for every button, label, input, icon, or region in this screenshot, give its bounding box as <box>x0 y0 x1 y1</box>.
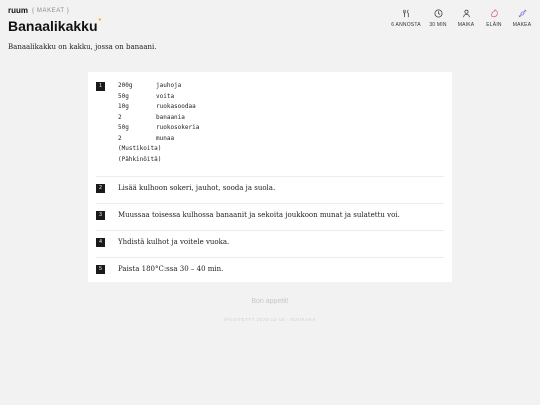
top-bar: ruum { MAKEAT } <box>8 6 69 15</box>
step-number: 1 <box>96 82 105 91</box>
breadcrumb[interactable]: { MAKEAT } <box>32 8 69 14</box>
title-text: Banaalikakku <box>8 18 98 34</box>
ingredient-name: voita <box>156 92 175 100</box>
footer-greeting: Bon appetit! <box>251 298 289 305</box>
step-text: Muussaa toisessa kulhossa banaanit ja se… <box>118 211 400 219</box>
meta-servings: 6 ANNOSTA <box>388 9 424 28</box>
ingredient-name: ruokosokeria <box>156 124 200 131</box>
ingredient-row: (Mustikoita) <box>118 145 199 156</box>
step-4: 4 Yhdistä kulhot ja voitele vuoka. <box>96 230 444 258</box>
ingredient-amount: 50g <box>118 124 129 131</box>
ingredient-row: 50g voita <box>118 93 199 104</box>
person-icon <box>462 9 470 18</box>
candy-icon <box>518 9 526 18</box>
recipe-meta: 6 ANNOSTA 30 MIN MAIKA ELÄIN MAKEA <box>388 9 536 28</box>
meta-author: MAIKA <box>452 9 480 28</box>
step-number: 2 <box>96 184 105 193</box>
ingredient-optional: (Mustikoita) <box>118 145 162 152</box>
ingredient-name: jauhoja <box>156 82 182 89</box>
meta-time: 30 MIN <box>424 9 452 28</box>
step-3: 3 Muussaa toisessa kulhossa banaanit ja … <box>96 203 444 231</box>
ingredient-row: (Pähkinöitä) <box>118 156 199 167</box>
ingredient-row: 2 banaania <box>118 114 199 125</box>
meta-taste: MAKEA <box>508 9 536 28</box>
recipe-card: 1 200g jauhoja 50g voita 10g ruokasoodaa 2 b… <box>88 72 452 282</box>
meta-label: ELÄIN <box>486 22 502 28</box>
step-1: 1 200g jauhoja 50g voita 10g ruokasoodaa 2 b… <box>96 82 444 177</box>
step-5: 5 Paista 180°C:ssa 30 – 40 min. <box>96 257 444 282</box>
footer-published: PÄIVITETTY 2020-12-16 · RUOKAAA <box>224 317 316 322</box>
ingredient-amount: 2 <box>118 134 122 142</box>
ingredient-row: 200g jauhoja <box>118 82 199 93</box>
ingredient-amount: 2 <box>118 113 122 121</box>
meta-label: MAIKA <box>457 22 475 28</box>
step-number: 4 <box>96 238 105 247</box>
meta-label: 30 MIN <box>429 22 447 28</box>
ingredient-amount: 10g <box>118 103 129 110</box>
ingredient-row: 2 munaa <box>118 135 199 146</box>
ingredient-amount: 200g <box>118 82 133 89</box>
recipe-description: Banaalikakku on kakku, jossa on banaani. <box>8 43 157 51</box>
step-number: 5 <box>96 265 105 274</box>
ingredient-optional: (Pähkinöitä) <box>118 155 162 163</box>
clock-icon <box>434 9 442 18</box>
meta-diet: ELÄIN <box>480 9 508 28</box>
page-title: Banaalikakku* <box>8 18 101 34</box>
ingredient-row: 10g ruokasoodaa <box>118 103 199 114</box>
meta-label: 6 ANNOSTA <box>391 22 421 28</box>
meta-label: MAKEA <box>512 22 532 28</box>
ingredient-name: ruokasoodaa <box>156 103 196 110</box>
step-number: 3 <box>96 211 105 220</box>
step-text: Paista 180°C:ssa 30 – 40 min. <box>118 265 224 273</box>
chicken-icon <box>490 9 498 18</box>
step-text: Yhdistä kulhot ja voitele vuoka. <box>118 238 230 246</box>
ingredient-amount: 50g <box>118 92 129 100</box>
step-2: 2 Lisää kulhoon sokeri, jauhot, sooda ja… <box>96 176 444 204</box>
ingredient-name: banaania <box>156 113 185 121</box>
step-text: Lisää kulhoon sokeri, jauhot, sooda ja s… <box>118 184 276 192</box>
star-icon: * <box>98 18 102 25</box>
logo[interactable]: ruum <box>8 6 28 15</box>
ingredient-row: 50g ruokosokeria <box>118 124 199 135</box>
fork-knife-icon <box>402 9 409 18</box>
ingredient-list: 200g jauhoja 50g voita 10g ruokasoodaa 2 ban… <box>118 82 199 166</box>
ingredient-name: munaa <box>156 134 175 142</box>
